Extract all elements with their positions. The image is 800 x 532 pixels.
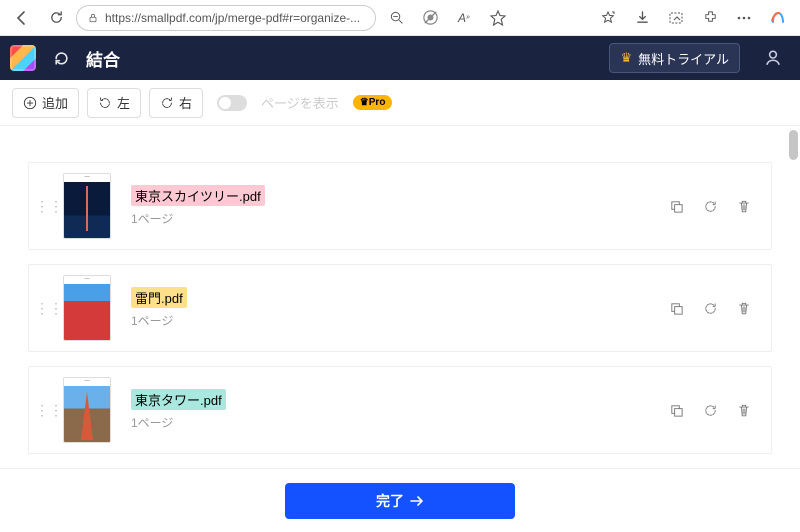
drag-handle[interactable]: ⋮⋮ [35,305,49,311]
show-pages-label: ページを表示 [261,93,339,112]
delete-button[interactable] [735,299,753,317]
pro-badge: ♛Pro [353,95,393,110]
copilot-icon[interactable] [764,4,792,32]
browser-toolbar: https://smallpdf.com/jp/merge-pdf#r=orga… [0,0,800,36]
file-row: ⋮⋮ — 東京タワー.pdf 1ページ [28,366,772,454]
file-pages: 1ページ [131,414,653,431]
footer: 完了 [0,468,800,532]
screenshot-icon[interactable] [662,4,690,32]
rotate-button[interactable] [701,197,719,215]
file-pages: 1ページ [131,312,653,329]
file-meta: 東京タワー.pdf 1ページ [125,389,653,431]
row-actions [667,299,753,317]
crown-icon: ♛ [620,50,632,66]
done-label: 完了 [376,491,404,511]
undo-button[interactable] [46,43,76,73]
read-aloud-icon[interactable]: A» [450,4,478,32]
rotate-left-button[interactable]: 左 [87,88,141,118]
delete-button[interactable] [735,401,753,419]
workspace: ⋮⋮ — 東京スカイツリー.pdf 1ページ ⋮⋮ — 雷門.pdf 1ページ ⋮⋮ — 東京タワー… [0,126,800,466]
zoom-icon[interactable] [382,4,410,32]
show-pages-toggle[interactable] [217,95,247,111]
rotate-right-label: 右 [179,93,192,112]
favorite-icon[interactable] [484,4,512,32]
scrollbar-thumb[interactable] [789,130,798,160]
done-button[interactable]: 完了 [285,483,515,519]
duplicate-button[interactable] [667,197,685,215]
rotate-right-icon [160,96,174,110]
app-logo[interactable] [10,45,36,71]
trial-label: 無料トライアル [638,49,729,68]
url-bar[interactable]: https://smallpdf.com/jp/merge-pdf#r=orga… [76,5,376,31]
file-row: ⋮⋮ — 東京スカイツリー.pdf 1ページ [28,162,772,250]
lock-icon [87,12,99,24]
file-name: 雷門.pdf [131,287,187,308]
drag-handle[interactable]: ⋮⋮ [35,407,49,413]
refresh-button[interactable] [42,4,70,32]
downloads-icon[interactable] [628,4,656,32]
delete-button[interactable] [735,197,753,215]
rotate-left-icon [98,96,112,110]
rotate-right-button[interactable]: 右 [149,88,203,118]
file-meta: 雷門.pdf 1ページ [125,287,653,329]
file-row: ⋮⋮ — 雷門.pdf 1ページ [28,264,772,352]
rotate-button[interactable] [701,401,719,419]
plus-icon [23,96,37,110]
more-icon[interactable] [730,4,758,32]
add-button[interactable]: 追加 [12,88,79,118]
rotate-left-label: 左 [117,93,130,112]
file-thumbnail[interactable]: — [63,377,111,443]
rotate-button[interactable] [701,299,719,317]
back-button[interactable] [8,4,36,32]
file-pages: 1ページ [131,210,653,227]
file-thumbnail[interactable]: — [63,173,111,239]
add-label: 追加 [42,93,68,112]
file-thumbnail[interactable]: — [63,275,111,341]
user-menu[interactable] [756,43,790,73]
file-list: ⋮⋮ — 東京スカイツリー.pdf 1ページ ⋮⋮ — 雷門.pdf 1ページ ⋮⋮ — 東京タワー… [0,126,800,466]
file-name: 東京タワー.pdf [131,389,226,410]
duplicate-button[interactable] [667,299,685,317]
row-actions [667,401,753,419]
app-header: 結合 ♛ 無料トライアル [0,36,800,80]
toolbar: 追加 左 右 ページを表示 ♛Pro [0,80,800,126]
page-title: 結合 [86,46,120,71]
favorites-bar-icon[interactable] [594,4,622,32]
drag-handle[interactable]: ⋮⋮ [35,203,49,209]
file-meta: 東京スカイツリー.pdf 1ページ [125,185,653,227]
arrow-right-icon [410,495,424,507]
free-trial-button[interactable]: ♛ 無料トライアル [609,43,740,73]
url-text: https://smallpdf.com/jp/merge-pdf#r=orga… [105,11,360,25]
row-actions [667,197,753,215]
extensions-icon[interactable] [696,4,724,32]
file-name: 東京スカイツリー.pdf [131,185,265,206]
tracking-icon[interactable] [416,4,444,32]
duplicate-button[interactable] [667,401,685,419]
